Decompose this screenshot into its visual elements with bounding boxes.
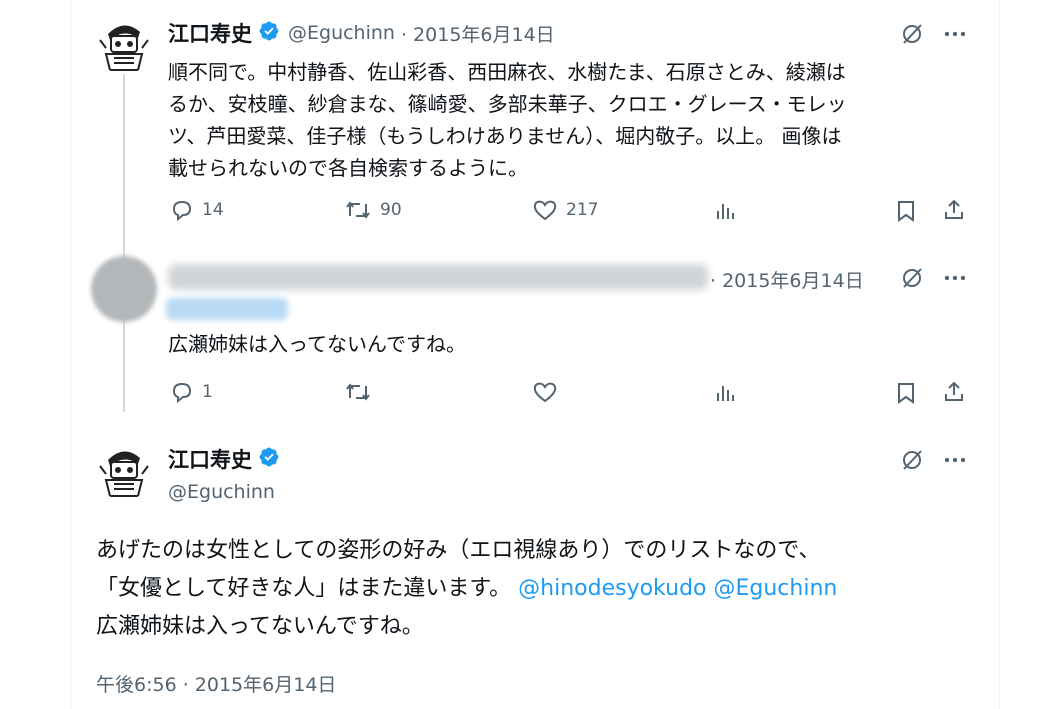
more-icon[interactable] bbox=[942, 22, 968, 50]
tweet1-line: ツ、芦田愛菜、佳子様（もうしわけありません）、堀内敬子。以上。 画像は bbox=[168, 124, 842, 148]
avatar-eguchi[interactable] bbox=[94, 440, 154, 500]
bookmark-icon bbox=[898, 383, 914, 404]
reply-button[interactable]: 1 bbox=[170, 380, 213, 404]
grok-icon[interactable] bbox=[900, 22, 924, 50]
timestamp[interactable]: 午後6:56 · 2015年6月14日 bbox=[96, 670, 336, 697]
reply-icon bbox=[172, 200, 192, 222]
reply-count: 14 bbox=[202, 200, 224, 220]
blurred-display-name bbox=[168, 264, 708, 290]
bookmark-button[interactable] bbox=[895, 199, 917, 223]
tweet3-line2-text: 「女優として好きな人」はまた違います。 bbox=[96, 576, 512, 601]
like-button[interactable] bbox=[532, 380, 558, 404]
verified-badge-icon bbox=[258, 446, 280, 472]
tweet3-line: あげたのは女性としての姿形の好み（エロ視線あり）でのリストなので、 bbox=[96, 538, 821, 563]
share-icon bbox=[945, 199, 963, 219]
thread-connector bbox=[123, 72, 125, 412]
repost-icon bbox=[346, 383, 370, 401]
tweet3-line: 広瀬姉妹は入ってないんですね。 bbox=[96, 614, 424, 639]
tweet3-text: あげたのは女性としての姿形の好み（エロ視線あり）でのリストなので、 「女優として… bbox=[96, 532, 986, 646]
grok-icon[interactable] bbox=[900, 266, 924, 294]
tweet3-handle-row: @Eguchinn bbox=[168, 478, 275, 506]
reply-icon bbox=[172, 382, 192, 404]
tweet1-line: るか、安枝瞳、紗倉まな、篠崎愛、多部未華子、クロエ・グレース・モレッ bbox=[168, 92, 847, 116]
mention-link[interactable]: @hinodesyokudo bbox=[518, 576, 706, 601]
like-count: 217 bbox=[566, 200, 599, 220]
like-icon bbox=[533, 382, 557, 403]
verified-badge-icon bbox=[258, 20, 280, 46]
tweet3-line: 「女優として好きな人」はまた違います。 @hinodesyokudo @Eguc… bbox=[96, 570, 986, 608]
display-name[interactable]: 江口寿史 bbox=[168, 18, 252, 48]
tweet1-line: 載せられないので各自検索するように。 bbox=[168, 156, 528, 180]
repost-icon bbox=[346, 201, 370, 219]
handle[interactable]: @Eguchinn bbox=[168, 481, 275, 503]
reply-count: 1 bbox=[202, 382, 213, 402]
tweet1-line: 順不同で。中村静香、佐山彩香、西田麻衣、水樹たま、石原さとみ、綾瀬は bbox=[168, 60, 846, 84]
repost-count: 90 bbox=[380, 200, 402, 220]
tweet1-text: 順不同で。中村静香、佐山彩香、西田麻衣、水樹たま、石原さとみ、綾瀬は るか、安枝… bbox=[168, 56, 968, 184]
bookmark-button[interactable] bbox=[895, 381, 917, 405]
grok-icon[interactable] bbox=[900, 448, 924, 476]
tweet1-header: 江口寿史 @Eguchinn · 2015年6月14日 bbox=[168, 18, 555, 48]
bookmark-icon bbox=[898, 201, 914, 222]
more-icon[interactable] bbox=[942, 266, 968, 294]
views-button[interactable] bbox=[714, 199, 738, 223]
repost-button[interactable]: 90 bbox=[344, 198, 402, 222]
like-icon bbox=[533, 200, 557, 221]
avatar-blurred[interactable] bbox=[91, 256, 157, 322]
tweet2-header: · 2015年6月14日 bbox=[710, 264, 864, 294]
share-button[interactable] bbox=[942, 198, 966, 222]
like-button[interactable]: 217 bbox=[532, 198, 598, 222]
tweet-date[interactable]: · 2015年6月14日 bbox=[401, 20, 555, 47]
more-icon[interactable] bbox=[942, 448, 968, 476]
handle[interactable]: @Eguchinn bbox=[288, 22, 395, 44]
tweet3-timestamp: 午後6:56 · 2015年6月14日 bbox=[96, 668, 336, 698]
share-button[interactable] bbox=[942, 380, 966, 404]
share-icon bbox=[945, 381, 963, 401]
tweet-date[interactable]: · 2015年6月14日 bbox=[710, 266, 864, 293]
mention-link[interactable]: @Eguchinn bbox=[714, 576, 838, 601]
views-icon bbox=[717, 386, 734, 401]
views-icon bbox=[717, 204, 734, 219]
tweet3-header: 江口寿史 bbox=[168, 444, 280, 474]
reply-button[interactable]: 14 bbox=[170, 198, 224, 222]
repost-button[interactable] bbox=[344, 380, 372, 404]
display-name[interactable]: 江口寿史 bbox=[168, 444, 252, 474]
avatar-eguchi[interactable] bbox=[94, 14, 154, 74]
blurred-reply-to bbox=[166, 298, 288, 320]
tweet2-text: 広瀬姉妹は入ってないんですね。 bbox=[168, 332, 466, 356]
views-button[interactable] bbox=[714, 381, 738, 405]
